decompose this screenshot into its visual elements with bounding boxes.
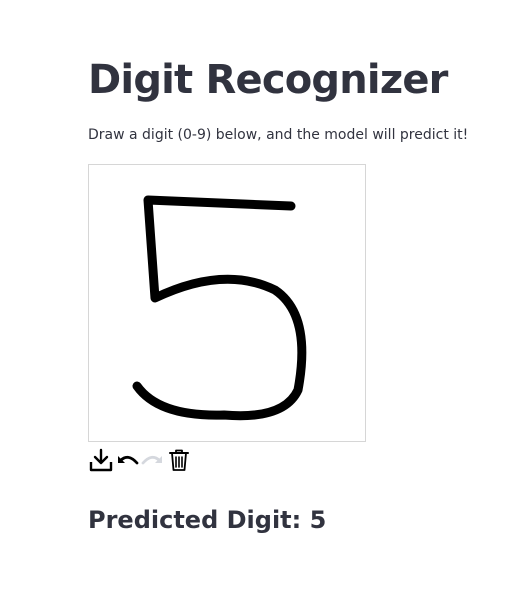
- download-icon: [89, 448, 113, 472]
- undo-button[interactable]: [114, 447, 140, 473]
- clear-button[interactable]: [166, 447, 192, 473]
- instructions-text: Draw a digit (0-9) below, and the model …: [88, 127, 469, 143]
- undo-icon: [118, 455, 139, 465]
- drawn-digit-stroke: [132, 195, 307, 421]
- download-button[interactable]: [88, 447, 114, 473]
- prediction-result: Predicted Digit: 5: [88, 506, 327, 534]
- canvas-toolbar: [88, 447, 192, 473]
- page-title: Digit Recognizer: [88, 57, 448, 103]
- redo-icon: [141, 455, 162, 465]
- redo-button[interactable]: [140, 447, 166, 473]
- drawing-canvas[interactable]: [88, 164, 366, 442]
- trash-icon: [169, 449, 189, 471]
